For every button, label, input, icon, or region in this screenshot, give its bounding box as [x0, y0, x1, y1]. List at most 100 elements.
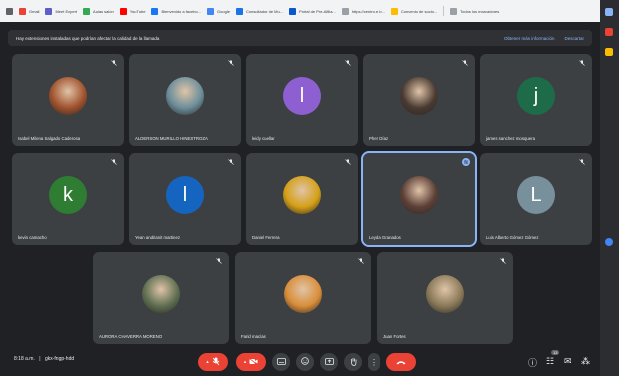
captions-icon	[276, 357, 286, 367]
participant-tile[interactable]: l Yean andrianit martinez	[129, 153, 241, 245]
more-options-icon: ⋮	[370, 357, 378, 367]
bookmark-label: YouTube	[129, 8, 146, 14]
bookmark-favicon-icon	[289, 7, 297, 15]
bookmark-favicon-icon	[19, 7, 26, 15]
mic-muted-icon	[111, 159, 117, 165]
mic-muted-icon	[579, 60, 585, 66]
avatar-initial: k	[63, 183, 73, 206]
participant-name: ALDERSON MURILLO HINESTROZA	[135, 136, 208, 141]
bookmark-favicon-icon	[151, 7, 159, 15]
camera-button[interactable]: ▴	[236, 353, 266, 371]
participant-tile[interactable]: ALDERSON MURILLO HINESTROZA	[129, 54, 241, 146]
more-options-button[interactable]: ⋮	[368, 353, 380, 371]
participant-photo	[284, 275, 322, 314]
participant-name: Farid macías	[241, 334, 266, 339]
participant-avatar: l	[166, 176, 204, 215]
people-icon[interactable]: ☷	[546, 356, 554, 367]
meeting-info: 8:18 a.m. | gkx-fngp-hdd	[14, 356, 74, 362]
participant-tile[interactable]: ≋ Leyda Granados	[361, 151, 477, 247]
bookmark-label: Portal de Pre-Afilia...	[299, 8, 336, 14]
participant-tile[interactable]: j james sanchez mosquera	[480, 54, 592, 146]
bookmark-favicon-icon	[390, 7, 398, 15]
mic-muted-icon	[216, 258, 222, 264]
learn-more-link[interactable]: Obtener más información	[504, 36, 555, 41]
bookmark-item[interactable]: Bienvenido a facebo...	[151, 7, 201, 15]
hang-up-button[interactable]	[386, 353, 416, 371]
extension-icon[interactable]	[605, 8, 613, 16]
bookmark-item[interactable]: Portal de Pre-Afilia...	[289, 7, 336, 15]
bookmark-label: https://centro.e.b...	[351, 8, 385, 14]
participant-name: Pher Díaz	[369, 136, 389, 141]
pin-icon[interactable]	[605, 28, 613, 36]
participant-name: kevin camacho	[18, 235, 47, 240]
avatar-initial: j	[533, 84, 539, 107]
bookmark-item[interactable]: Aulas salón	[83, 7, 114, 15]
participant-avatar: l	[283, 77, 321, 116]
chat-icon[interactable]: ✉	[564, 356, 572, 367]
participant-tile[interactable]: k kevin camacho	[12, 153, 124, 245]
participant-avatar: L	[517, 176, 555, 215]
participant-tile[interactable]: Farid macías	[235, 252, 371, 344]
bookmark-item[interactable]: YouTube	[119, 7, 146, 15]
participant-photo	[166, 77, 204, 116]
participant-photo	[283, 176, 321, 215]
chevron-up-icon: ▴	[243, 359, 247, 365]
participant-tile[interactable]: l leidy cuellar	[246, 54, 358, 146]
present-icon	[324, 357, 334, 367]
participant-name: Juan Fortes	[383, 334, 406, 339]
participant-tile[interactable]: Daniel Ferrera	[246, 153, 358, 245]
emoji-button[interactable]	[296, 353, 314, 371]
chevron-up-icon: ▴	[206, 359, 209, 365]
mic-icon	[212, 357, 220, 368]
captions-button[interactable]	[272, 353, 290, 371]
present-button[interactable]	[320, 353, 338, 371]
participant-tile[interactable]: L Luis Alberto Gómez Gómez	[480, 153, 592, 245]
raise-hand-button[interactable]	[344, 353, 362, 371]
hang-up-icon	[396, 358, 406, 367]
calendar-icon[interactable]	[605, 48, 613, 56]
bookmark-label: Todos los marcadores	[460, 8, 500, 14]
avatar-initial: l	[182, 183, 188, 206]
bookmark-label: Consultador de Mu...	[245, 8, 284, 14]
camera-icon	[249, 357, 258, 367]
participant-tile[interactable]: Isabel Milena Salgado Caderosa	[12, 54, 124, 146]
apps-grid-icon[interactable]	[6, 7, 13, 15]
account-icon[interactable]	[605, 238, 613, 246]
bookmark-item[interactable]: Gmail	[19, 7, 39, 15]
bookmark-item[interactable]: Todos los marcadores	[450, 7, 500, 15]
participant-name: Leyda Granados	[369, 235, 401, 240]
activities-icon[interactable]: ⁂	[581, 356, 590, 367]
bookmark-item[interactable]: Google	[207, 7, 230, 15]
mic-muted-icon	[228, 60, 234, 66]
bookmark-item[interactable]: Consultador de Mu...	[235, 7, 284, 15]
participant-tile[interactable]: Pher Díaz	[363, 54, 475, 146]
bookmark-item[interactable]: Convenio de socio...	[390, 7, 438, 15]
bookmark-favicon-icon	[83, 7, 91, 15]
participant-name: AURORA CHAVERRA MORENO	[99, 334, 163, 339]
banner-message: Hay extensiones instaladas que podrían a…	[16, 35, 160, 41]
mic-muted-icon	[111, 60, 117, 66]
participant-tile[interactable]: AURORA CHAVERRA MORENO	[93, 252, 229, 344]
raise-hand-icon	[350, 357, 357, 368]
mic-button[interactable]: ▴	[198, 353, 228, 371]
bookmark-favicon-icon	[207, 7, 215, 15]
participant-name: james sanchez mosquera	[486, 136, 535, 141]
active-speaker-icon: ≋	[462, 158, 470, 166]
mic-muted-icon	[345, 60, 351, 66]
bookmark-label: Convenio de socio...	[400, 8, 438, 14]
participant-name: Isabel Milena Salgado Caderosa	[18, 136, 81, 141]
bookmark-item[interactable]: https://centro.e.b...	[341, 7, 385, 15]
bookmark-label: Google	[217, 8, 230, 14]
bookmarks-separator	[443, 6, 445, 16]
bookmark-favicon-icon	[450, 7, 458, 15]
bookmark-favicon-icon	[45, 7, 53, 15]
dismiss-link[interactable]: Descartar	[564, 36, 584, 41]
info-icon[interactable]: ⓘ	[528, 356, 537, 369]
mic-muted-icon	[358, 258, 364, 264]
participant-photo	[400, 176, 438, 215]
bookmark-label: Aulas salón	[93, 8, 114, 14]
bookmark-favicon-icon	[235, 7, 243, 15]
bookmark-favicon-icon	[119, 7, 127, 15]
participant-tile[interactable]: Juan Fortes	[377, 252, 513, 344]
bookmark-item[interactable]: Meet Expert	[45, 7, 77, 15]
